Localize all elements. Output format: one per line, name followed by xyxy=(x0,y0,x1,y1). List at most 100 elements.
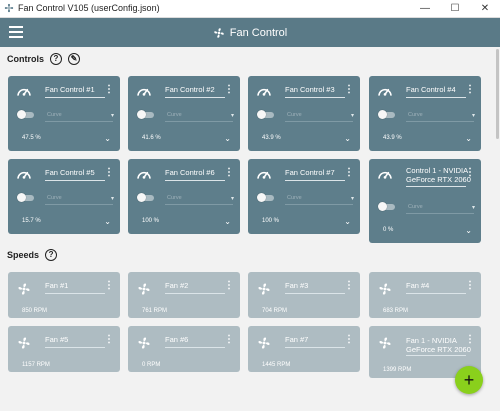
speeds-label: Speeds xyxy=(7,250,40,260)
enable-toggle[interactable] xyxy=(137,110,154,119)
control-name[interactable]: Fan Control #1 xyxy=(45,85,95,94)
enable-toggle[interactable] xyxy=(378,110,395,119)
mode-select[interactable]: Curve xyxy=(408,204,423,210)
expand-chevron-icon[interactable]: ⌄ xyxy=(224,134,231,143)
add-fab-button[interactable]: + xyxy=(455,366,483,394)
fan-icon xyxy=(379,283,391,295)
more-options-icon[interactable]: ⋮ xyxy=(344,168,354,178)
fan-icon xyxy=(258,337,270,349)
window-title: Fan Control V105 (userConfig.json) xyxy=(18,3,160,13)
help-icon[interactable]: ? xyxy=(50,53,62,65)
mode-select[interactable]: Curve xyxy=(167,195,182,201)
controls-label: Controls xyxy=(7,54,44,64)
more-options-icon[interactable]: ⋮ xyxy=(465,168,475,178)
help-icon[interactable]: ? xyxy=(45,249,58,261)
control-name[interactable]: Fan Control #5 xyxy=(45,168,95,177)
expand-chevron-icon[interactable]: ⌄ xyxy=(465,226,472,235)
mode-select[interactable]: Curve xyxy=(167,112,182,118)
dropdown-caret-icon[interactable]: ▾ xyxy=(231,195,234,202)
control-card: Fan Control #7 ⋮ Curve ▾ 100 % ⌄ xyxy=(248,159,360,234)
more-options-icon[interactable]: ⋮ xyxy=(224,335,234,345)
control-card: Fan Control #2 ⋮ Curve ▾ 41.6 % ⌄ xyxy=(128,76,240,151)
speed-card: Fan #3 ⋮ 704 RPM xyxy=(248,272,360,318)
minimize-button[interactable]: — xyxy=(410,0,440,18)
control-card: Fan Control #3 ⋮ Curve ▾ 43.9 % ⌄ xyxy=(248,76,360,151)
maximize-button[interactable]: ☐ xyxy=(440,0,470,18)
control-card: Fan Control #5 ⋮ Curve ▾ 15.7 % ⌄ xyxy=(8,159,120,234)
controls-section-header: Controls ? ✎ xyxy=(7,53,80,65)
more-options-icon[interactable]: ⋮ xyxy=(224,281,234,291)
fan-rpm: 1445 RPM xyxy=(262,362,291,368)
fan-name[interactable]: Fan 1 - NVIDIA GeForce RTX 2060 xyxy=(406,336,474,354)
gauge-icon xyxy=(378,88,392,96)
mode-select[interactable]: Curve xyxy=(287,195,302,201)
fan-rpm: 850 RPM xyxy=(22,308,48,314)
fan-name[interactable]: Fan #3 xyxy=(285,281,308,290)
wrench-icon[interactable]: ✎ xyxy=(68,53,80,65)
control-percent: 100 % xyxy=(262,218,280,224)
expand-chevron-icon[interactable]: ⌄ xyxy=(104,217,111,226)
enable-toggle[interactable] xyxy=(137,193,154,202)
more-options-icon[interactable]: ⋮ xyxy=(224,85,234,95)
fan-name[interactable]: Fan #5 xyxy=(45,335,68,344)
expand-chevron-icon[interactable]: ⌄ xyxy=(344,217,351,226)
dropdown-caret-icon[interactable]: ▾ xyxy=(351,195,354,202)
fan-name[interactable]: Fan #2 xyxy=(165,281,188,290)
gauge-icon xyxy=(137,171,151,179)
fan-name[interactable]: Fan #6 xyxy=(165,335,188,344)
more-options-icon[interactable]: ⋮ xyxy=(465,281,475,291)
control-name[interactable]: Fan Control #7 xyxy=(285,168,335,177)
dropdown-caret-icon[interactable]: ▾ xyxy=(111,112,114,119)
control-name[interactable]: Fan Control #3 xyxy=(285,85,335,94)
control-name[interactable]: Fan Control #2 xyxy=(165,85,215,94)
dropdown-caret-icon[interactable]: ▾ xyxy=(472,112,475,119)
fan-icon xyxy=(18,283,30,295)
fan-name[interactable]: Fan #4 xyxy=(406,281,429,290)
enable-toggle[interactable] xyxy=(257,193,274,202)
control-percent: 41.6 % xyxy=(142,135,161,141)
more-options-icon[interactable]: ⋮ xyxy=(465,85,475,95)
gauge-icon xyxy=(17,171,31,179)
more-options-icon[interactable]: ⋮ xyxy=(104,168,114,178)
expand-chevron-icon[interactable]: ⌄ xyxy=(465,134,472,143)
gauge-icon xyxy=(257,171,271,179)
dropdown-caret-icon[interactable]: ▾ xyxy=(472,204,475,211)
more-options-icon[interactable]: ⋮ xyxy=(344,335,354,345)
control-card: Fan Control #4 ⋮ Curve ▾ 43.9 % ⌄ xyxy=(369,76,481,151)
fan-icon xyxy=(379,337,391,349)
mode-select[interactable]: Curve xyxy=(47,112,62,118)
control-name[interactable]: Fan Control #4 xyxy=(406,85,456,94)
mode-select[interactable]: Curve xyxy=(408,112,423,118)
dropdown-caret-icon[interactable]: ▾ xyxy=(231,112,234,119)
mode-select[interactable]: Curve xyxy=(47,195,62,201)
more-options-icon[interactable]: ⋮ xyxy=(104,281,114,291)
fan-name[interactable]: Fan #1 xyxy=(45,281,68,290)
enable-toggle[interactable] xyxy=(257,110,274,119)
dropdown-caret-icon[interactable]: ▾ xyxy=(111,195,114,202)
close-button[interactable]: ✕ xyxy=(470,0,500,18)
more-options-icon[interactable]: ⋮ xyxy=(104,335,114,345)
control-name[interactable]: Fan Control #6 xyxy=(165,168,215,177)
more-options-icon[interactable]: ⋮ xyxy=(104,85,114,95)
control-name[interactable]: Control 1 - NVIDIA GeForce RTX 2060 xyxy=(406,166,474,184)
more-options-icon[interactable]: ⋮ xyxy=(465,335,475,345)
control-percent: 43.9 % xyxy=(262,135,281,141)
more-options-icon[interactable]: ⋮ xyxy=(344,281,354,291)
mode-select[interactable]: Curve xyxy=(287,112,302,118)
fan-name[interactable]: Fan #7 xyxy=(285,335,308,344)
expand-chevron-icon[interactable]: ⌄ xyxy=(224,217,231,226)
more-options-icon[interactable]: ⋮ xyxy=(344,85,354,95)
enable-toggle[interactable] xyxy=(17,110,34,119)
expand-chevron-icon[interactable]: ⌄ xyxy=(104,134,111,143)
expand-chevron-icon[interactable]: ⌄ xyxy=(344,134,351,143)
enable-toggle[interactable] xyxy=(378,202,395,211)
speed-card: Fan #7 ⋮ 1445 RPM xyxy=(248,326,360,372)
control-card: Fan Control #1 ⋮ Curve ▾ 47.5 % ⌄ xyxy=(8,76,120,151)
dropdown-caret-icon[interactable]: ▾ xyxy=(351,112,354,119)
fan-icon xyxy=(138,337,150,349)
more-options-icon[interactable]: ⋮ xyxy=(224,168,234,178)
gauge-icon xyxy=(137,88,151,96)
fan-rpm: 761 RPM xyxy=(142,308,168,314)
enable-toggle[interactable] xyxy=(17,193,34,202)
scrollbar[interactable] xyxy=(494,47,500,411)
